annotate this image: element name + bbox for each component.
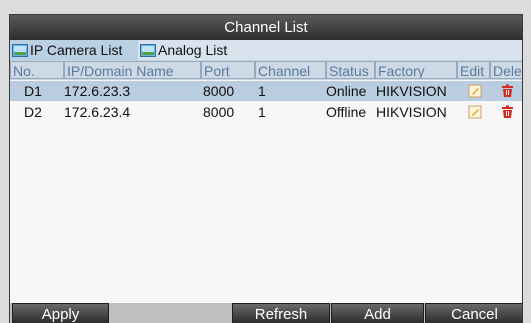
delete-icon[interactable] [501,84,514,98]
edit-icon[interactable] [468,105,482,119]
ip-camera-icon [12,43,28,57]
cell-channel: 1 [258,83,266,99]
tab-analog-list-label: Analog List [158,42,228,58]
column-header-no[interactable]: No. [10,61,64,79]
cell-status: Offline [326,104,367,120]
button-bar: Apply Refresh Add Cancel [10,303,522,323]
column-header-port[interactable]: Port [201,61,255,79]
tab-ip-camera-list[interactable]: IP Camera List [10,40,138,60]
column-header-channel[interactable]: Channel [255,61,326,79]
cell-factory: HIKVISION [376,83,447,99]
tab-ip-camera-list-label: IP Camera List [30,42,123,58]
column-header-edit[interactable]: Edit [457,61,490,79]
edit-icon[interactable] [468,84,482,98]
column-header-delete[interactable]: Dele [490,61,522,79]
tab-analog-list[interactable]: Analog List [138,40,263,60]
cell-status: Online [326,83,367,99]
cell-no: D2 [24,104,42,120]
window-title: Channel List [10,15,522,40]
table-row[interactable]: D2 172.6.23.4 8000 1 Offline HIKVISION [10,102,522,122]
cell-factory: HIKVISION [376,104,447,120]
column-header-ip[interactable]: IP/Domain Name [64,61,201,79]
cell-ip: 172.6.23.3 [64,83,131,99]
apply-button[interactable]: Apply [12,303,109,323]
cell-channel: 1 [258,104,266,120]
add-button[interactable]: Add [331,303,424,323]
delete-icon[interactable] [501,105,514,119]
channel-list-window: Channel List IP Camera List Analog List [9,14,523,323]
column-header-factory[interactable]: Factory [375,61,457,79]
analog-camera-icon [140,43,156,57]
dialog-backdrop: Channel List IP Camera List Analog List [0,0,531,323]
table-header: No. IP/Domain Name Port Channel Status F… [10,60,522,80]
table-row[interactable]: D1 172.6.23.3 8000 1 Online HIKVISION [10,81,522,101]
cell-port: 8000 [203,83,235,99]
cell-no: D1 [24,83,42,99]
cell-port: 8000 [203,104,235,120]
cell-ip: 172.6.23.4 [64,104,131,120]
cancel-button[interactable]: Cancel [425,303,522,323]
column-header-status[interactable]: Status [326,61,375,79]
refresh-button[interactable]: Refresh [232,303,330,323]
tab-bar: IP Camera List Analog List [10,40,522,61]
